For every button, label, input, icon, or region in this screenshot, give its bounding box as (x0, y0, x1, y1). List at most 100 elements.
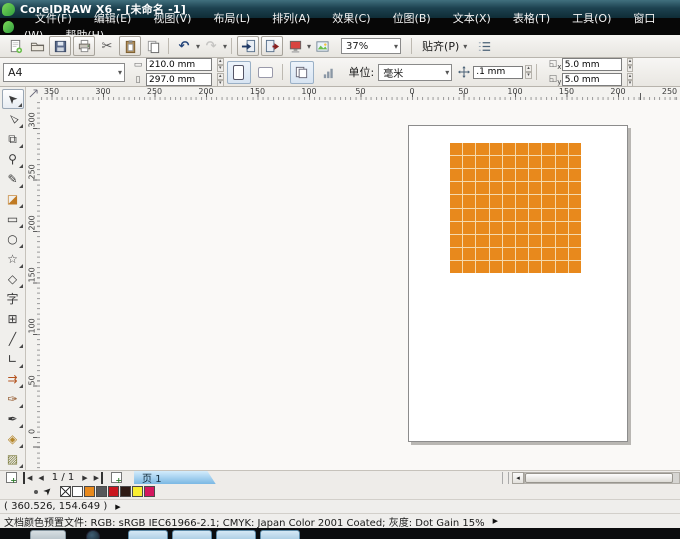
ruler-origin-button[interactable] (26, 87, 41, 101)
duplicate-y-spinner[interactable]: ▴ ▾ (626, 72, 634, 87)
color-swatch[interactable] (132, 486, 144, 497)
splitter-handle[interactable] (502, 471, 509, 484)
welcome-screen-button[interactable] (312, 37, 332, 55)
duplicate-distance-y-field[interactable] (561, 73, 622, 86)
menu-item[interactable]: 文本(X) (442, 12, 502, 25)
redo-button[interactable]: ↷ (201, 37, 221, 55)
menu-item[interactable]: 视图(V) (142, 12, 202, 25)
outline-pen-tool[interactable]: ✒ (2, 409, 24, 429)
first-page-button[interactable]: ◀ (23, 471, 35, 484)
basic-shapes-tool[interactable]: ◇ (2, 269, 24, 289)
paper-width-field[interactable] (146, 58, 212, 71)
chevron-down-icon[interactable]: ▾ (223, 42, 227, 51)
fill-tool[interactable]: ◈ (2, 429, 24, 449)
current-page-button[interactable] (317, 61, 341, 84)
taskbar-button[interactable] (260, 530, 300, 539)
text-tool[interactable]: 字 (2, 289, 24, 309)
color-swatch[interactable] (96, 486, 108, 497)
color-eyedropper-tool[interactable]: ✑ (2, 389, 24, 409)
menu-item[interactable]: 位图(B) (382, 12, 442, 25)
landscape-button[interactable] (254, 61, 278, 84)
nudge-offset-field[interactable] (473, 65, 524, 79)
chevron-down-icon[interactable]: ▾ (307, 42, 311, 51)
palette-eyedropper-icon[interactable]: ➤ (41, 485, 55, 499)
interactive-fill-tool[interactable]: ▨ (2, 449, 24, 469)
rectangle-tool[interactable]: ▭ (2, 209, 24, 229)
drawing-canvas[interactable] (40, 100, 680, 470)
duplicate-distance-x-field[interactable] (561, 58, 622, 71)
cut-button[interactable]: ✂ (97, 37, 117, 55)
save-button[interactable] (49, 36, 71, 56)
import-button[interactable] (237, 36, 260, 56)
color-swatch[interactable] (120, 486, 132, 497)
add-page-end-button[interactable] (111, 472, 123, 485)
chevron-down-icon[interactable]: ▾ (196, 42, 200, 51)
crop-tool[interactable]: ⧉ (2, 129, 24, 149)
open-button[interactable] (27, 37, 47, 55)
status-expand-icon[interactable]: ▶ (493, 517, 498, 525)
taskbar-button[interactable] (128, 530, 168, 539)
vertical-ruler[interactable]: 300 250 200 150 100 50 0 (26, 100, 41, 470)
paper-height-spinner[interactable]: ▴ ▾ (217, 72, 224, 87)
zoom-tool[interactable]: ⚲ (2, 149, 24, 169)
smart-fill-tool[interactable]: ◪ (2, 189, 24, 209)
color-swatch[interactable] (108, 486, 120, 497)
color-swatch[interactable] (144, 486, 156, 497)
last-page-button[interactable]: ▶ (91, 471, 104, 484)
paper-size-combobox[interactable]: A4 ▾ (3, 62, 125, 82)
new-document-button[interactable] (5, 37, 25, 55)
export-button[interactable] (261, 36, 284, 56)
horizontal-ruler[interactable]: 350 300 250 200 150 100 50 0 50 100 150 200 250 (40, 87, 680, 101)
application-launcher-button[interactable] (285, 37, 305, 55)
undo-button[interactable]: ↶ (174, 37, 194, 55)
nudge-spinner[interactable]: ▴ ▾ (525, 65, 532, 79)
menu-item[interactable]: 效果(C) (321, 12, 381, 25)
shape-tool[interactable]: ▻ (2, 109, 24, 129)
copy-button[interactable] (143, 37, 163, 55)
portrait-button[interactable] (226, 60, 251, 84)
graph-paper-grid-object[interactable] (450, 143, 581, 273)
table-tool[interactable]: ⊞ (2, 309, 24, 329)
color-swatch[interactable] (84, 486, 96, 497)
menu-item[interactable]: 排列(A) (261, 12, 321, 25)
polygon-tool[interactable]: ☆ (2, 249, 24, 269)
scrollbar-thumb[interactable] (525, 472, 673, 483)
scroll-left-button[interactable]: ◂ (512, 471, 524, 484)
units-combobox[interactable]: 毫米 ▾ (378, 63, 453, 81)
menu-item[interactable]: 文件(F) (24, 12, 83, 25)
ellipse-tool[interactable]: ○ (2, 229, 24, 249)
all-pages-button[interactable] (289, 60, 314, 84)
pick-tool[interactable]: ➤ (1, 89, 24, 109)
zoom-level-combobox[interactable]: 37% ▾ (341, 38, 402, 54)
taskbar-button[interactable] (216, 530, 256, 539)
taskbar-button[interactable] (172, 530, 212, 539)
print-button[interactable] (73, 36, 95, 56)
paste-button[interactable] (119, 36, 141, 56)
snap-to-dropdown[interactable]: 贴齐(P) ▾ (416, 38, 473, 54)
status-expand-icon[interactable]: ▶ (115, 503, 120, 511)
connector-tool[interactable]: ∟ (2, 349, 24, 369)
menu-item[interactable]: 布局(L) (202, 12, 261, 25)
taskbar-button[interactable] (86, 530, 100, 539)
paper-width-spinner[interactable]: ▴ ▾ (217, 57, 224, 72)
menu-item[interactable]: 编辑(E) (83, 12, 143, 25)
paper-height-field[interactable] (146, 73, 212, 86)
color-swatch[interactable] (72, 486, 84, 497)
previous-page-button[interactable]: ◀ (35, 472, 46, 484)
blend-tool[interactable]: ⇉ (2, 369, 24, 389)
duplicate-x-spinner[interactable]: ▴ ▾ (626, 57, 634, 72)
palette-handle-icon[interactable] (34, 489, 38, 494)
taskbar-button[interactable] (30, 530, 66, 539)
next-page-button[interactable]: ▶ (79, 472, 90, 484)
windows-taskbar[interactable] (0, 528, 680, 539)
add-page-start-button[interactable] (6, 472, 17, 485)
page-tab[interactable]: 页 1 (134, 471, 216, 485)
menu-item[interactable]: 表格(T) (502, 12, 561, 25)
options-button[interactable] (474, 37, 494, 55)
freehand-tool[interactable]: ✎ (2, 169, 24, 189)
menu-item[interactable]: 工具(O) (561, 12, 622, 25)
page[interactable] (408, 125, 628, 442)
dimension-tool[interactable]: ╱ (2, 329, 24, 349)
horizontal-scrollbar[interactable] (524, 471, 680, 484)
no-color-swatch[interactable] (60, 486, 72, 497)
